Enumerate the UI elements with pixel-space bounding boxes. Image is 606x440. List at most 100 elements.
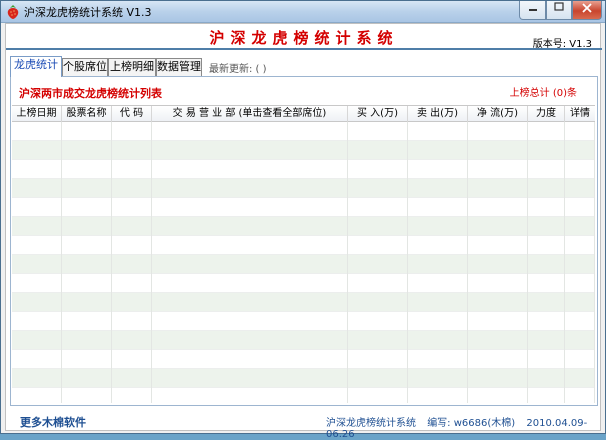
table-row[interactable]: [12, 160, 595, 179]
client-area: 沪深龙虎榜统计系统 版本号: V1.3 龙虎统计 个股席位 上榜明细 数据管理 …: [5, 23, 602, 440]
table-cell: [565, 236, 595, 255]
table-cell: [12, 274, 62, 293]
total-count-label: 上榜总计 (0)条: [509, 88, 577, 99]
table-cell: [565, 255, 595, 274]
table-row[interactable]: [12, 274, 595, 293]
column-header-strength[interactable]: 力度: [528, 106, 565, 122]
minimize-icon: [528, 9, 537, 11]
column-header-net-flow[interactable]: 净 流(万): [468, 106, 528, 122]
table-row[interactable]: [12, 122, 595, 141]
table-cell: [112, 312, 152, 331]
column-header-date[interactable]: 上榜日期: [12, 106, 62, 122]
table-cell: [152, 122, 348, 141]
column-header-broker[interactable]: 交 易 营 业 部 (单击查看全部席位): [152, 106, 348, 122]
table-cell: [12, 255, 62, 274]
table-row[interactable]: [12, 141, 595, 160]
tab-list-details[interactable]: 上榜明细: [108, 58, 156, 76]
header-divider: [6, 48, 602, 50]
table-cell: [152, 388, 348, 403]
table-cell: [62, 312, 112, 331]
table-cell: [112, 369, 152, 388]
table-cell: [348, 293, 408, 312]
table-cell: [152, 179, 348, 198]
table-cell: [12, 388, 62, 403]
table-cell: [12, 350, 62, 369]
table-cell: [152, 312, 348, 331]
table-cell: [408, 331, 468, 350]
column-header-details[interactable]: 详情: [565, 106, 595, 122]
table-cell: [468, 160, 528, 179]
table-cell: [468, 293, 528, 312]
table-cell: [468, 217, 528, 236]
column-header-buy[interactable]: 买 入(万): [348, 106, 408, 122]
minimize-button[interactable]: [519, 1, 546, 20]
column-header-sell[interactable]: 卖 出(万): [408, 106, 468, 122]
table-row[interactable]: [12, 331, 595, 350]
table-cell: [12, 293, 62, 312]
table-cell: [152, 236, 348, 255]
table-cell: [112, 331, 152, 350]
table-cell: [528, 122, 565, 141]
table-cell: [408, 312, 468, 331]
maximize-button[interactable]: [546, 1, 572, 20]
table-cell: [12, 122, 62, 141]
table-cell: [408, 179, 468, 198]
table-cell: [112, 179, 152, 198]
stats-panel: 沪深两市成交龙虎榜统计列表 上榜总计 (0)条 上榜日期 股票名称 代 码 交 …: [10, 76, 598, 406]
tab-dragon-tiger-stats[interactable]: 龙虎统计: [10, 56, 62, 77]
table-cell: [112, 274, 152, 293]
latest-update-label: 最新更新: ( ): [209, 64, 267, 75]
title-bar[interactable]: 沪深龙虎榜统计系统 V1.3: [1, 1, 605, 23]
table-row[interactable]: [12, 293, 595, 312]
table-cell: [112, 217, 152, 236]
table-cell: [12, 198, 62, 217]
table-row[interactable]: [12, 388, 595, 403]
table-cell: [12, 331, 62, 350]
table-cell: [62, 369, 112, 388]
table-cell: [62, 255, 112, 274]
table-cell: [152, 198, 348, 217]
strawberry-icon: [7, 5, 19, 19]
table-cell: [348, 160, 408, 179]
table-row[interactable]: [12, 255, 595, 274]
table-cell: [348, 122, 408, 141]
table-row[interactable]: [12, 312, 595, 331]
table-cell: [565, 350, 595, 369]
table-cell: [528, 369, 565, 388]
column-header-stock-name[interactable]: 股票名称: [62, 106, 112, 122]
table-cell: [468, 179, 528, 198]
table-row[interactable]: [12, 198, 595, 217]
table-cell: [565, 274, 595, 293]
table-cell: [528, 236, 565, 255]
table-cell: [62, 217, 112, 236]
footer-app-name: 沪深龙虎榜统计系统: [326, 418, 416, 429]
table-row[interactable]: [12, 217, 595, 236]
table-cell: [62, 274, 112, 293]
table-cell: [408, 274, 468, 293]
table-row[interactable]: [12, 350, 595, 369]
table-cell: [112, 255, 152, 274]
tab-data-management[interactable]: 数据管理: [156, 58, 202, 76]
table-cell: [468, 198, 528, 217]
table-row[interactable]: [12, 369, 595, 388]
table-cell: [12, 141, 62, 160]
table-row[interactable]: [12, 179, 595, 198]
table-cell: [565, 369, 595, 388]
table-cell: [468, 236, 528, 255]
table-cell: [12, 160, 62, 179]
table-row[interactable]: [12, 236, 595, 255]
table-cell: [348, 179, 408, 198]
table-cell: [528, 160, 565, 179]
table-cell: [152, 369, 348, 388]
table-cell: [152, 331, 348, 350]
more-software-link[interactable]: 更多木棉软件: [20, 414, 86, 430]
table-cell: [468, 312, 528, 331]
table-cell: [565, 122, 595, 141]
tab-stock-seats[interactable]: 个股席位: [62, 58, 108, 76]
table-cell: [468, 255, 528, 274]
column-header-code[interactable]: 代 码: [112, 106, 152, 122]
table-cell: [408, 388, 468, 403]
stats-table[interactable]: 上榜日期 股票名称 代 码 交 易 营 业 部 (单击查看全部席位) 买 入(万…: [12, 105, 595, 403]
table-cell: [408, 122, 468, 141]
close-button[interactable]: [572, 1, 602, 20]
